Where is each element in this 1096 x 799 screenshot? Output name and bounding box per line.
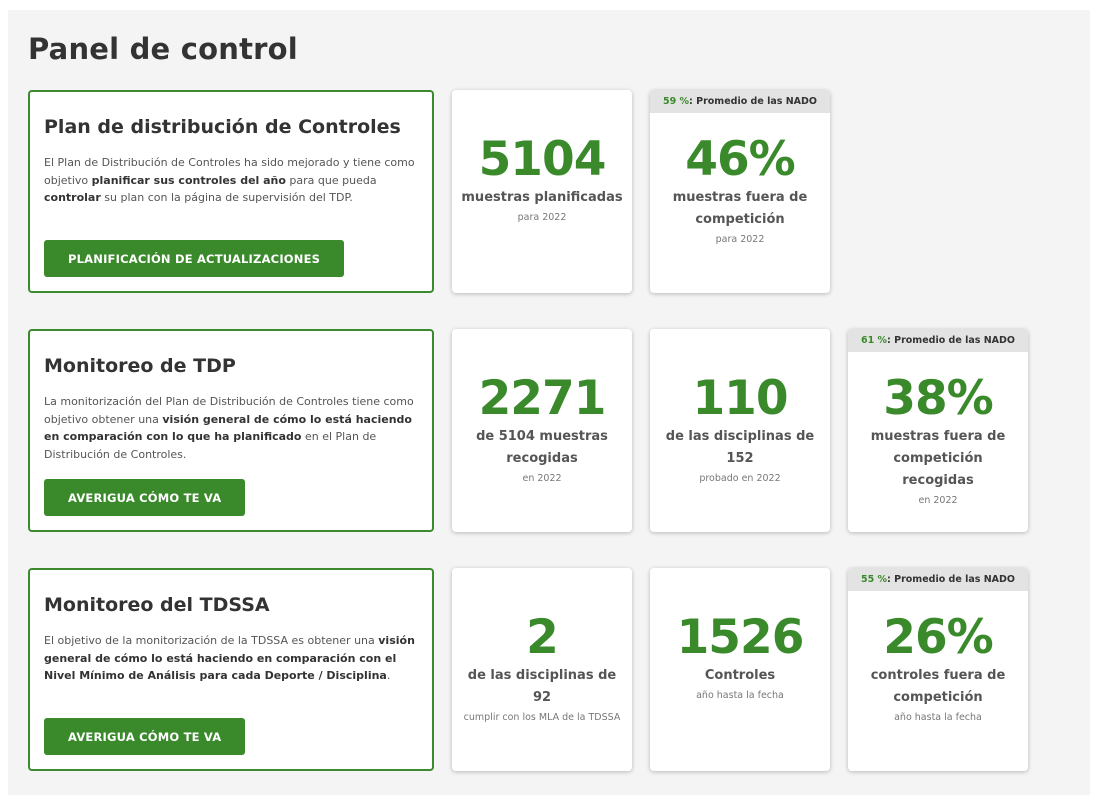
stat-sublabel: en 2022 bbox=[522, 473, 562, 484]
stat-value: 38% bbox=[883, 371, 994, 426]
update-planning-button[interactable]: PLANIFICACIÓN DE ACTUALIZACIONES bbox=[44, 240, 345, 277]
stat-value: 110 bbox=[692, 371, 788, 426]
stat-label: muestras fuera de competición recogidas bbox=[870, 429, 1006, 488]
stat-card-controls-out-of-competition: 55 % : Promedio de las NADO 26% controle… bbox=[848, 568, 1028, 771]
find-out-progress-button[interactable]: AVERIGUA CÓMO TE VA bbox=[44, 718, 246, 755]
info-card: Monitoreo del TDSSA El objetivo de la mo… bbox=[28, 568, 434, 771]
stat-card-planned-samples: 5104 muestras planificadas para 2022 bbox=[452, 90, 632, 293]
section-description: El objetivo de la monitorización de la T… bbox=[44, 632, 418, 685]
stat-label: de las disciplinas de 92 bbox=[467, 668, 617, 705]
stat-value: 5104 bbox=[478, 132, 607, 187]
stat-value: 2271 bbox=[478, 371, 607, 426]
stat-sublabel: probado en 2022 bbox=[699, 473, 781, 484]
description-text: El objetivo de la monitorización de la T… bbox=[44, 634, 379, 647]
stat-sublabel: año hasta la fecha bbox=[696, 690, 784, 701]
stat-label: muestras planificadas bbox=[461, 190, 623, 205]
description-bold-text: controlar bbox=[44, 191, 101, 204]
nado-average-badge: 61 % : Promedio de las NADO bbox=[848, 329, 1028, 352]
stat-value: 46% bbox=[685, 132, 796, 187]
badge-percent: 55 % bbox=[860, 574, 888, 585]
stat-value: 26% bbox=[883, 610, 994, 665]
stat-sublabel: para 2022 bbox=[715, 234, 765, 245]
stat-sublabel: año hasta la fecha bbox=[894, 712, 982, 723]
info-card: Plan de distribución de Controles El Pla… bbox=[28, 90, 434, 293]
description-text: . bbox=[386, 669, 391, 682]
stat-value: 2 bbox=[526, 610, 559, 665]
description-text: su plan con la página de supervisión del… bbox=[100, 191, 353, 204]
section-description: El Plan de Distribución de Controles ha … bbox=[44, 154, 418, 207]
stat-label: muestras fuera de competición bbox=[672, 190, 808, 227]
stat-card-samples-collected: 2271 de 5104 muestras recogidas en 2022 bbox=[452, 329, 632, 532]
info-card: Monitoreo de TDP La monitorización del P… bbox=[28, 329, 434, 532]
section-heading: Monitoreo del TDSSA bbox=[44, 594, 270, 616]
section-description: La monitorización del Plan de Distribuci… bbox=[44, 393, 418, 463]
stat-sublabel: cumplir con los MLA de la TDSSA bbox=[463, 712, 621, 723]
stat-card-disciplines-tested: 110 de las disciplinas de 152 probado en… bbox=[650, 329, 830, 532]
stat-sublabel: para 2022 bbox=[517, 212, 567, 223]
nado-average-badge: 59 % : Promedio de las NADO bbox=[650, 90, 830, 113]
stat-label: de las disciplinas de 152 bbox=[665, 429, 815, 466]
badge-text: : Promedio de las NADO bbox=[887, 574, 1015, 585]
stat-sublabel: en 2022 bbox=[918, 495, 958, 506]
stat-card-controls: 1526 Controles año hasta la fecha bbox=[650, 568, 830, 771]
badge-percent: 59 % bbox=[662, 96, 690, 107]
stat-label: controles fuera de competición bbox=[870, 668, 1006, 705]
stat-card-disciplines-mla: 2 de las disciplinas de 92 cumplir con l… bbox=[452, 568, 632, 771]
section-heading: Monitoreo de TDP bbox=[44, 355, 236, 377]
stat-label: Controles bbox=[704, 668, 776, 683]
stat-value: 1526 bbox=[676, 610, 805, 665]
badge-percent: 61 % bbox=[860, 335, 888, 346]
badge-text: : Promedio de las NADO bbox=[689, 96, 817, 107]
stat-card-out-of-competition-collected: 61 % : Promedio de las NADO 38% muestras… bbox=[848, 329, 1028, 532]
description-text: para que pueda bbox=[285, 173, 377, 187]
find-out-progress-button[interactable]: AVERIGUA CÓMO TE VA bbox=[44, 479, 246, 516]
nado-average-badge: 55 % : Promedio de las NADO bbox=[848, 568, 1028, 591]
dashboard-panel: Panel de control Plan de distribución de… bbox=[8, 10, 1090, 795]
stat-label: de 5104 muestras recogidas bbox=[476, 429, 608, 466]
stat-card-out-of-competition: 59 % : Promedio de las NADO 46% muestras… bbox=[650, 90, 830, 293]
section-heading: Plan de distribución de Controles bbox=[44, 116, 401, 138]
page-title: Panel de control bbox=[28, 32, 298, 66]
description-bold-text: planificar sus controles del año bbox=[91, 173, 286, 187]
badge-text: : Promedio de las NADO bbox=[887, 335, 1015, 346]
